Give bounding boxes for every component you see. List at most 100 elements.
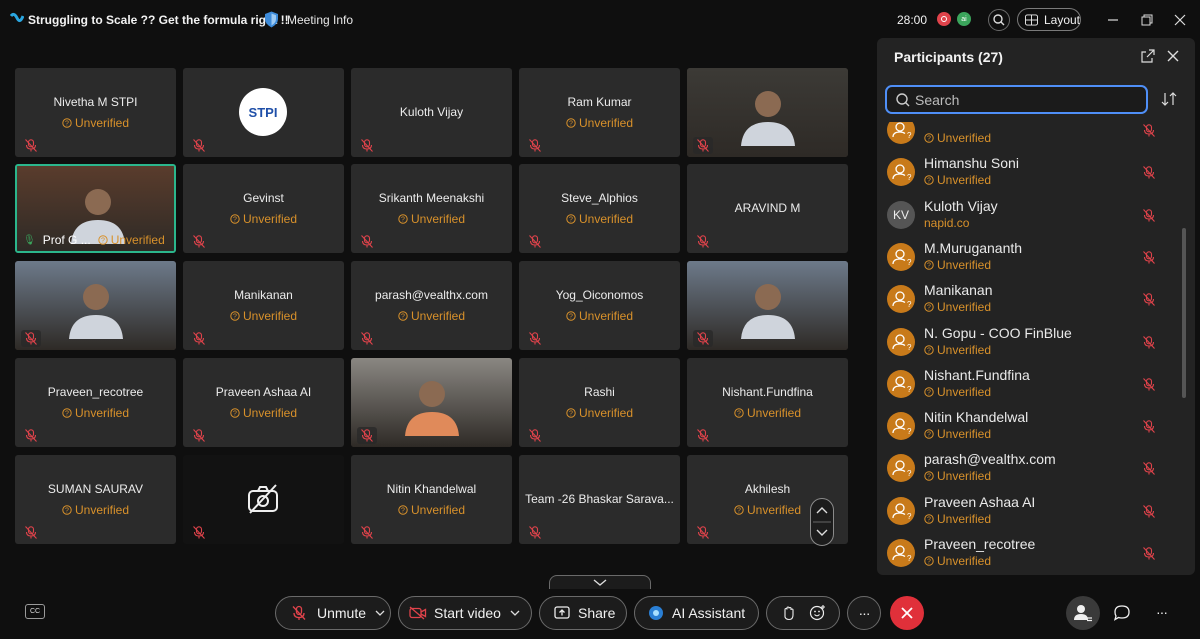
layout-button[interactable]: Layout — [1017, 8, 1081, 31]
participant-row[interactable]: ? parash@vealthx.com? Unverified — [877, 448, 1177, 490]
mic-muted-icon[interactable] — [1143, 251, 1155, 264]
tile-name: Team -26 Bhaskar Sarava... — [525, 492, 674, 506]
mic-muted-icon[interactable] — [1143, 377, 1155, 391]
participant-row[interactable]: ? Praveen_recotree ? Unverified — [877, 533, 1177, 575]
avatar: ? — [887, 496, 915, 525]
participant-row[interactable]: ? Manikanan? Unverified — [877, 279, 1177, 321]
video-tile[interactable]: Praveen_recotree ? Unverified — [15, 358, 176, 447]
participant-search-input[interactable] — [915, 90, 1135, 109]
unmute-button[interactable]: Unmute — [275, 596, 391, 630]
reactions-group[interactable] — [766, 596, 840, 630]
unverified-icon: ? — [924, 429, 934, 439]
video-tile[interactable]: Team -26 Bhaskar Sarava... — [519, 455, 680, 544]
participant-row[interactable]: ? Himanshu Soni? Unverified — [877, 152, 1177, 194]
mic-muted-icon — [529, 139, 541, 152]
video-tile[interactable]: Nitin Khandelwal ? Unverified — [351, 455, 512, 544]
video-tile[interactable]: ARAVIND M — [687, 164, 848, 253]
mic-muted-icon — [361, 139, 373, 152]
svg-text:?: ? — [927, 389, 931, 396]
video-tile[interactable]: Steve_Alphios ? Unverified — [519, 164, 680, 253]
shield-icon[interactable] — [264, 11, 279, 28]
participant-row[interactable]: ? N. Gopu - COO FinBlue ? Unverified — [877, 322, 1177, 364]
video-tile[interactable]: Manikanan ? Unverified — [183, 261, 344, 350]
close-window-icon[interactable] — [1170, 10, 1190, 30]
video-tile[interactable]: Ram Kumar ? Unverified — [519, 68, 680, 157]
unverified-icon: ? — [398, 214, 408, 224]
mic-muted-icon[interactable] — [1143, 335, 1155, 349]
unverified-icon: ? — [924, 175, 934, 185]
mic-muted-icon — [193, 526, 205, 539]
video-tile[interactable] — [351, 358, 512, 447]
participants-toggle-button[interactable] — [1066, 596, 1100, 630]
video-tile[interactable]: Gevinst ? Unverified — [183, 164, 344, 253]
video-tile[interactable] — [687, 68, 848, 157]
close-panel-icon[interactable] — [1166, 49, 1180, 63]
start-video-button[interactable]: Start video — [398, 596, 532, 630]
video-tile[interactable]: Rashi ? Unverified — [519, 358, 680, 447]
video-tile[interactable]: Praveen Ashaa AI ? Unverified — [183, 358, 344, 447]
raise-hand-icon[interactable] — [781, 605, 797, 621]
video-tile[interactable]: Srikanth Meenakshi ? Unverified — [351, 164, 512, 253]
video-tile[interactable] — [183, 455, 344, 544]
mic-muted-icon[interactable] — [1143, 504, 1155, 518]
leave-meeting-button[interactable] — [890, 596, 924, 630]
svg-text:?: ? — [65, 411, 69, 418]
mic-muted-icon — [697, 235, 709, 248]
more-options-button[interactable]: ··· — [847, 596, 881, 630]
svg-text:?: ? — [401, 508, 405, 515]
participant-status: ? Unverified — [924, 427, 991, 441]
participant-row[interactable]: KV Kuloth Vijay napid.co — [877, 195, 1177, 237]
video-tile[interactable] — [687, 261, 848, 350]
mic-muted-icon[interactable] — [1143, 293, 1155, 307]
ai-assistant-button[interactable]: AI Assistant — [634, 596, 759, 630]
video-tile[interactable]: Yog_Oiconomos ? Unverified — [519, 261, 680, 350]
popout-icon[interactable] — [1141, 49, 1155, 63]
start-video-label: Start video — [434, 605, 501, 621]
video-tile[interactable]: STPI — [183, 68, 344, 157]
share-button[interactable]: Share — [539, 596, 627, 630]
mic-muted-icon[interactable] — [1143, 462, 1155, 476]
participant-row[interactable]: ? Nishant.Fundfina ? Unverified — [877, 364, 1177, 406]
chevron-down-icon[interactable] — [375, 609, 385, 617]
mic-muted-icon — [529, 235, 541, 248]
unverified-icon: ? — [62, 118, 72, 128]
guest-user-icon: ? — [892, 333, 912, 352]
more-panels-icon[interactable]: ··· — [1156, 604, 1168, 620]
search-icon[interactable] — [988, 9, 1010, 31]
mic-muted-icon — [697, 332, 709, 345]
meeting-timer: 28:00 — [897, 13, 928, 27]
video-tile[interactable] — [15, 261, 176, 350]
mic-muted-icon[interactable] — [1143, 547, 1155, 560]
participant-row[interactable]: ? Nitin Khandelwal? Unverified — [877, 406, 1177, 448]
video-tile[interactable]: SUMAN SAURAV ? Unverified — [15, 455, 176, 544]
sort-icon[interactable] — [1161, 91, 1177, 107]
guest-user-icon: ? — [892, 503, 912, 521]
video-tile[interactable]: Nishant.Fundfina ? Unverified — [687, 358, 848, 447]
participant-row[interactable]: ?? Unverified — [877, 122, 1177, 152]
tile-status: ? Unverified — [15, 503, 176, 517]
collapse-toolbar-tab[interactable] — [549, 575, 651, 589]
minimize-icon[interactable] — [1103, 10, 1123, 30]
chat-icon[interactable] — [1113, 604, 1131, 622]
tile-status: ? Unverified — [183, 212, 344, 226]
mic-muted-icon[interactable] — [1143, 420, 1155, 433]
participant-row[interactable]: ? Praveen Ashaa AI ? Unverified — [877, 491, 1177, 533]
participant-list-scrollbar[interactable] — [1182, 228, 1186, 398]
closed-captions-button[interactable]: CC — [25, 604, 45, 619]
video-tile[interactable]: parash@vealthx.com ? Unverified — [351, 261, 512, 350]
restore-icon[interactable] — [1137, 10, 1157, 30]
video-tile[interactable]: 🎙 Prof G ...? Unverified — [15, 164, 176, 253]
emoji-reaction-icon[interactable] — [809, 604, 827, 622]
video-tile[interactable]: Kuloth Vijay — [351, 68, 512, 157]
tile-name: ARAVIND M — [734, 201, 801, 215]
mic-muted-icon[interactable] — [1143, 124, 1155, 137]
mic-muted-icon[interactable] — [1143, 166, 1155, 180]
grid-scroll-control[interactable] — [810, 498, 834, 546]
mic-muted-icon[interactable] — [1143, 208, 1155, 222]
video-tile[interactable]: Nivetha M STPI ? Unverified — [15, 68, 176, 157]
participant-search-box[interactable] — [885, 85, 1148, 114]
chevron-down-icon[interactable] — [510, 609, 520, 617]
participant-row[interactable]: ? M.Murugananth ? Unverified — [877, 237, 1177, 279]
unverified-icon: ? — [924, 387, 934, 397]
meeting-info-link[interactable]: Meeting Info — [287, 13, 353, 27]
